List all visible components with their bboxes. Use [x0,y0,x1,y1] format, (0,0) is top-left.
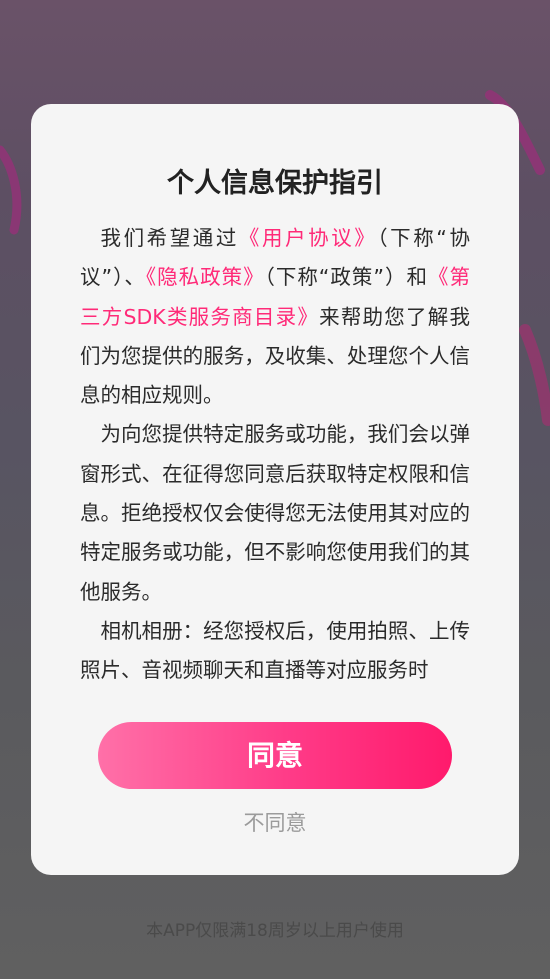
paragraph-camera: 相机相册：经您授权后，使用拍照、上传照片、音视频聊天和直播等对应服务时 [80,618,470,683]
paragraph-permissions: 为向您提供特定服务或功能，我们会以弹窗形式、在征得您同意后获取特定权限和信息。拒… [80,422,470,604]
paragraph-intro: 我们希望通过《用户协议》（下称“协议”）、《隐私政策》（下称“政策”）和《第三方… [80,219,470,415]
user-agreement-link[interactable]: 《用户协议》 [239,226,377,250]
intro-text-1: 我们希望通过 [100,226,239,250]
privacy-policy-link[interactable]: 《隐私政策》 [146,265,265,289]
age-restriction-note: 本APP仅限满18周岁以上用户使用 [146,921,404,941]
agree-button[interactable]: 同意 [98,722,452,789]
dialog-content[interactable]: 我们希望通过《用户协议》（下称“协议”）、《隐私政策》（下称“政策”）和《第三方… [80,219,470,684]
intro-text-3: （下称“政策”）和 [264,265,429,290]
privacy-dialog: 个人信息保护指引 我们希望通过《用户协议》（下称“协议”）、《隐私政策》（下称“… [31,104,519,875]
app-screen: 个人信息保护指引 我们希望通过《用户协议》（下称“协议”）、《隐私政策》（下称“… [0,0,550,979]
dialog-title: 个人信息保护指引 [167,168,383,199]
disagree-button[interactable]: 不同意 [31,808,519,838]
